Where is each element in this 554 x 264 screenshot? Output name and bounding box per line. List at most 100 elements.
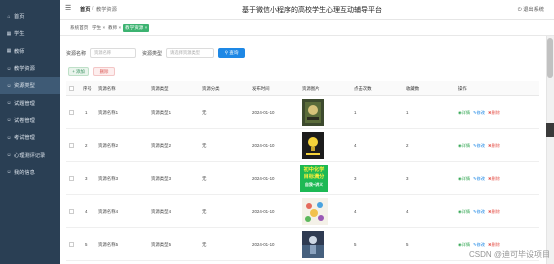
cell-name: 资源名称3 [98, 176, 119, 181]
cell-category: 无 [202, 110, 207, 115]
detail-link[interactable]: ◉详情 [458, 209, 470, 215]
table-row: 2 资源名称2 资源类型2 无 2024-01-10 4 2 ◉详情 ✎修改 ✖… [66, 129, 539, 162]
edit-link[interactable]: ✎修改 [473, 242, 485, 248]
sidebar-item-teachers[interactable]: ▦ 教师 [0, 43, 60, 60]
cell-type: 资源类型2 [151, 143, 172, 148]
th-image[interactable]: 资源图片 [302, 86, 320, 92]
detail-link[interactable]: ◉详情 [458, 242, 470, 248]
sidebar: ⌂ 首页 ▦ 学生 ▦ 教师 ☺ 教学资源 ☺ 资源类型 ☺ 试题管理 ☺ 试卷管理 ☺ 考试管… [0, 0, 60, 264]
edit-link[interactable]: ✎修改 [473, 209, 485, 215]
sidebar-item-resource-types[interactable]: ☺ 资源类型 [0, 77, 60, 95]
sidebar-item-label: 学生 [14, 31, 25, 38]
detail-link[interactable]: ◉详情 [458, 143, 470, 149]
sidebar-item-papers[interactable]: ☺ 试卷管理 [0, 112, 60, 129]
sidebar-item-assessments[interactable]: ☺ 心理测评记录 [0, 146, 60, 163]
sidebar-item-label: 首页 [14, 14, 25, 21]
edit-link[interactable]: ✎修改 [473, 110, 485, 116]
delete-label: 删除 [491, 176, 500, 181]
delete-link[interactable]: ✖删除 [488, 143, 500, 149]
cell-favs: 2 [406, 143, 409, 148]
sidebar-item-students[interactable]: ▦ 学生 [0, 25, 60, 42]
cell-clicks: 1 [354, 110, 357, 115]
delete-label: 删除 [491, 209, 500, 214]
tag-teachers[interactable]: 教师 × [106, 24, 123, 32]
search-type-select[interactable]: 请选择资源类型 [166, 48, 214, 58]
edit-link[interactable]: ✎修改 [473, 176, 485, 182]
delete-button[interactable]: 删除 [93, 67, 115, 76]
cell-index: 2 [85, 143, 88, 148]
delete-link[interactable]: ✖删除 [488, 176, 500, 182]
cell-date: 2024-01-10 [252, 176, 275, 181]
cell-name: 资源名称5 [98, 242, 119, 247]
sidebar-item-home[interactable]: ⌂ 首页 [0, 8, 60, 25]
sidebar-item-my-info[interactable]: ☺ 我的信息 [0, 164, 60, 181]
user-icon: ☺ [6, 117, 12, 124]
table-row: 3 资源名称3 资源类型3 无 2024-01-10 初中化学 目标满分 自我+… [66, 162, 539, 195]
cell-type: 资源类型4 [151, 209, 172, 214]
row-checkbox[interactable] [69, 176, 74, 181]
delete-link[interactable]: ✖删除 [488, 110, 500, 116]
cell-category: 无 [202, 209, 207, 214]
sidebar-item-label: 试题管理 [14, 100, 35, 107]
breadcrumb-separator: / [92, 6, 94, 12]
cell-date: 2024-01-10 [252, 143, 275, 148]
side-drawer-tab[interactable] [546, 123, 554, 137]
cell-name: 资源名称4 [98, 209, 119, 214]
menu-toggle-icon[interactable]: ☰ [65, 4, 71, 12]
cover-text-line: 目标满分 [303, 174, 325, 180]
table-header: 序号 资源名称 资源类型 资源分类 发布时间 资源图片 点击次数 收藏数 操作 [66, 81, 539, 96]
resource-cover-image[interactable] [302, 99, 324, 126]
th-favs[interactable]: 收藏数 [406, 86, 419, 92]
th-clicks[interactable]: 点击次数 [354, 86, 372, 92]
search-button-label: 查询 [229, 50, 239, 55]
search-button[interactable]: ⚲ 查询 [218, 48, 245, 58]
grid-icon: ▦ [6, 48, 12, 55]
top-header: ☰ 首页 / 教学资源 基于微信小程序的高校学生心理互动辅导平台 ⏻ 退出系统 [60, 0, 554, 20]
cell-category: 无 [202, 176, 207, 181]
th-date[interactable]: 发布时间 [252, 86, 270, 92]
row-checkbox[interactable] [69, 143, 74, 148]
logout-button[interactable]: ⏻ 退出系统 [518, 6, 544, 14]
resource-cover-image[interactable] [302, 231, 324, 258]
resource-cover-image[interactable] [302, 198, 328, 225]
search-name-input[interactable]: 资源名称 [90, 48, 136, 58]
resource-cover-image[interactable] [302, 132, 324, 159]
cell-category: 无 [202, 143, 207, 148]
row-checkbox[interactable] [69, 209, 74, 214]
row-checkbox[interactable] [69, 110, 74, 115]
sidebar-item-exams[interactable]: ☺ 考试管理 [0, 129, 60, 146]
select-all-checkbox[interactable] [69, 86, 74, 91]
search-type-label: 资源类型 [142, 51, 163, 57]
breadcrumb-current: 教学资源 [96, 7, 117, 13]
user-icon: ☺ [6, 82, 12, 89]
row-checkbox[interactable] [69, 242, 74, 247]
th-name[interactable]: 资源名称 [98, 86, 116, 92]
add-button[interactable]: + 添加 [68, 67, 89, 76]
resource-cover-image[interactable]: 初中化学 目标满分 自我+讲义 [300, 165, 328, 192]
edit-link[interactable]: ✎修改 [473, 143, 485, 149]
cell-index: 3 [85, 176, 88, 181]
cell-date: 2024-01-10 [252, 242, 275, 247]
edit-label: 修改 [476, 110, 485, 115]
delete-label: 删除 [491, 143, 500, 148]
detail-link[interactable]: ◉详情 [458, 176, 470, 182]
cell-type: 资源类型1 [151, 110, 172, 115]
tag-resources[interactable]: 教学资源 × [123, 24, 150, 32]
breadcrumb-home[interactable]: 首页 [80, 6, 90, 13]
th-type[interactable]: 资源类型 [151, 86, 169, 92]
th-category[interactable]: 资源分类 [202, 86, 220, 92]
delete-link[interactable]: ✖删除 [488, 242, 500, 248]
search-name-label: 资源名称 [66, 51, 87, 57]
app-title: 基于微信小程序的高校学生心理互动辅导平台 [242, 7, 382, 14]
resources-table: 序号 资源名称 资源类型 资源分类 发布时间 资源图片 点击次数 收藏数 操作 … [66, 81, 539, 261]
delete-link[interactable]: ✖删除 [488, 209, 500, 215]
detail-link[interactable]: ◉详情 [458, 110, 470, 116]
tag-home[interactable]: 系统首页 [68, 24, 90, 32]
sidebar-item-questions[interactable]: ☺ 试题管理 [0, 94, 60, 111]
scrollbar-thumb[interactable] [547, 38, 553, 78]
th-index: 序号 [83, 86, 92, 91]
cell-type: 资源类型3 [151, 176, 172, 181]
tag-students[interactable]: 学生 × [90, 24, 107, 32]
sidebar-item-resources[interactable]: ☺ 教学资源 [0, 60, 60, 77]
cell-index: 4 [85, 209, 88, 214]
